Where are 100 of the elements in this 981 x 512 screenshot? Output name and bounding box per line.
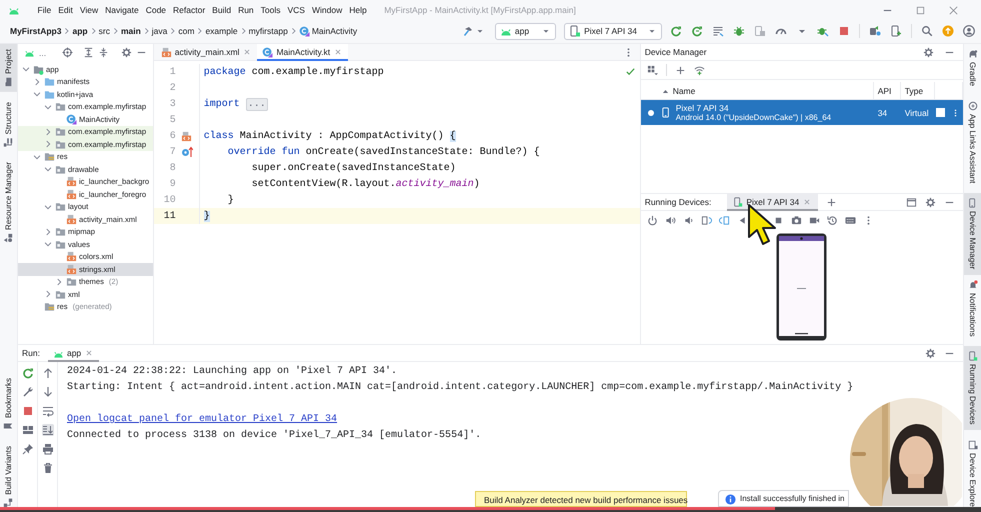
volume-down-icon[interactable] bbox=[682, 214, 694, 226]
view-selector[interactable]: ... bbox=[39, 48, 46, 58]
class-icon bbox=[298, 26, 310, 36]
soft-wrap-icon[interactable] bbox=[42, 405, 54, 417]
tool-window-button[interactable]: Build Variants bbox=[0, 441, 17, 512]
stop-icon[interactable] bbox=[22, 405, 34, 417]
window-title: MyFirstApp - MainActivity.kt [MyFirstApp.app.main] bbox=[384, 5, 576, 15]
menu-item[interactable]: Tools bbox=[257, 5, 284, 15]
breadcrumb-item[interactable]: MyFirstApp3 bbox=[10, 26, 62, 36]
rotate-right-icon[interactable] bbox=[718, 214, 730, 226]
tool-window-button[interactable]: Notifications bbox=[964, 274, 981, 342]
grid-icon[interactable] bbox=[646, 64, 658, 76]
settings-icon[interactable] bbox=[923, 46, 934, 58]
wifi-icon[interactable] bbox=[694, 64, 705, 76]
menu-item[interactable]: VCS bbox=[284, 5, 308, 15]
menu-item[interactable]: View bbox=[76, 5, 102, 15]
rotate-left-icon[interactable] bbox=[700, 214, 712, 226]
tool-window-button[interactable]: Running Devices bbox=[964, 346, 981, 430]
tool-window-button[interactable]: Device Manager bbox=[964, 193, 981, 275]
print-icon[interactable] bbox=[42, 443, 54, 455]
collapse-icon[interactable] bbox=[98, 47, 109, 58]
override-icon[interactable] bbox=[180, 146, 193, 158]
keyboard-icon[interactable] bbox=[844, 214, 856, 226]
console-link[interactable]: Open logcat panel for emulator Pixel 7 API 34 bbox=[67, 414, 338, 425]
folder-icon bbox=[55, 201, 66, 212]
replay-icon[interactable] bbox=[826, 214, 838, 226]
locate-icon[interactable] bbox=[62, 47, 74, 58]
expand-icon[interactable] bbox=[82, 47, 94, 58]
tool-window-button[interactable]: App Links Assistant bbox=[964, 96, 981, 188]
settings-icon[interactable] bbox=[925, 196, 936, 208]
layout-icon[interactable] bbox=[22, 424, 34, 436]
apply-changes-icon[interactable] bbox=[691, 25, 703, 37]
menu-item[interactable]: Window bbox=[308, 5, 346, 15]
menu-item[interactable]: Run bbox=[234, 5, 258, 15]
menu-item[interactable]: Code bbox=[142, 5, 170, 15]
device-dropdown[interactable]: Pixel 7 API 34 bbox=[564, 22, 662, 40]
wrench-icon[interactable] bbox=[22, 386, 34, 398]
tool-window-button[interactable]: Gradle bbox=[964, 44, 981, 92]
tool-window-button[interactable]: Resource Manager bbox=[0, 157, 17, 248]
bug-icon[interactable] bbox=[817, 25, 829, 37]
add-icon[interactable] bbox=[826, 196, 838, 208]
device-tab[interactable]: Pixel 7 API 34 bbox=[727, 194, 818, 210]
up-arrow-icon[interactable] bbox=[42, 367, 54, 379]
search-icon[interactable] bbox=[921, 25, 933, 37]
camera-icon[interactable] bbox=[790, 214, 802, 226]
run-config-dropdown[interactable]: app bbox=[494, 22, 556, 40]
device-details: Android 14.0 ("UpsideDownCake") | x86_64 bbox=[676, 112, 832, 122]
bug-icon[interactable] bbox=[733, 25, 745, 37]
menu-item[interactable]: Edit bbox=[54, 5, 76, 15]
phone-icon bbox=[968, 351, 978, 362]
menu-item[interactable]: File bbox=[34, 5, 55, 15]
hammer-icon[interactable] bbox=[462, 25, 475, 37]
tool-window-button[interactable]: Bookmarks bbox=[0, 373, 17, 436]
power-icon[interactable] bbox=[646, 214, 658, 226]
close-icon[interactable] bbox=[84, 348, 94, 358]
window-icon[interactable] bbox=[906, 196, 917, 208]
close-icon[interactable] bbox=[333, 47, 344, 57]
menu-item[interactable]: Help bbox=[346, 5, 370, 15]
progress-track[interactable] bbox=[0, 507, 981, 512]
breadcrumb-item[interactable]: com bbox=[178, 26, 194, 36]
stop-icon[interactable] bbox=[838, 25, 850, 37]
breadcrumb-item[interactable]: myfirstapp bbox=[248, 26, 288, 36]
trash-icon[interactable] bbox=[42, 462, 54, 474]
scroll-to-end-icon[interactable] bbox=[42, 424, 54, 436]
close-icon[interactable] bbox=[948, 4, 959, 16]
tool-window-button[interactable]: Device Explore bbox=[964, 434, 981, 512]
run-tab[interactable]: app bbox=[48, 344, 100, 362]
settings-icon[interactable] bbox=[925, 348, 936, 358]
breadcrumb-item[interactable]: src bbox=[98, 26, 110, 36]
line-number: 10 bbox=[162, 194, 176, 206]
rerun-icon[interactable] bbox=[22, 367, 34, 379]
account-icon[interactable] bbox=[963, 25, 975, 37]
notification-balloon[interactable]: Install successfully finished in bbox=[718, 490, 848, 507]
layout-file-icon[interactable] bbox=[180, 130, 192, 142]
device-name: Pixel 7 API 34 bbox=[676, 102, 730, 112]
list-icon[interactable] bbox=[712, 25, 724, 37]
pin-icon[interactable] bbox=[22, 443, 34, 455]
line-number: 5 bbox=[168, 114, 176, 126]
phone-icon[interactable] bbox=[890, 25, 902, 37]
editor-tab[interactable]: MainActivity.kt bbox=[257, 44, 348, 60]
rerun-icon[interactable] bbox=[670, 25, 682, 37]
add-icon[interactable] bbox=[674, 64, 686, 76]
breadcrumb-item[interactable]: example bbox=[205, 26, 238, 36]
breadcrumb-item[interactable]: MainActivity bbox=[298, 26, 358, 36]
menu-item[interactable]: Build bbox=[208, 5, 235, 15]
down-arrow-icon[interactable] bbox=[42, 386, 54, 398]
menu-item[interactable]: Refactor bbox=[170, 5, 209, 15]
tool-window-button[interactable]: Structure bbox=[0, 96, 17, 152]
breadcrumb-item[interactable]: java bbox=[152, 26, 168, 36]
breadcrumb-item[interactable]: app bbox=[72, 26, 88, 36]
panel-title: Device Manager bbox=[644, 47, 707, 57]
breadcrumb-item[interactable]: main bbox=[120, 26, 141, 36]
device-row[interactable]: Pixel 7 API 34 Android 14.0 ("UpsideDownCake") | x86_64 34 Virtual bbox=[640, 100, 963, 125]
notification-balloon[interactable]: Build Analyzer detected new build performance issues bbox=[475, 491, 687, 507]
tool-window-button[interactable]: Project bbox=[0, 44, 17, 92]
maximize-icon[interactable] bbox=[915, 4, 926, 16]
volume-up-icon[interactable] bbox=[664, 214, 676, 226]
menu-item[interactable]: Navigate bbox=[102, 5, 142, 15]
settings-icon[interactable] bbox=[120, 47, 132, 58]
editor-tab[interactable]: activity_main.xml bbox=[156, 44, 258, 60]
